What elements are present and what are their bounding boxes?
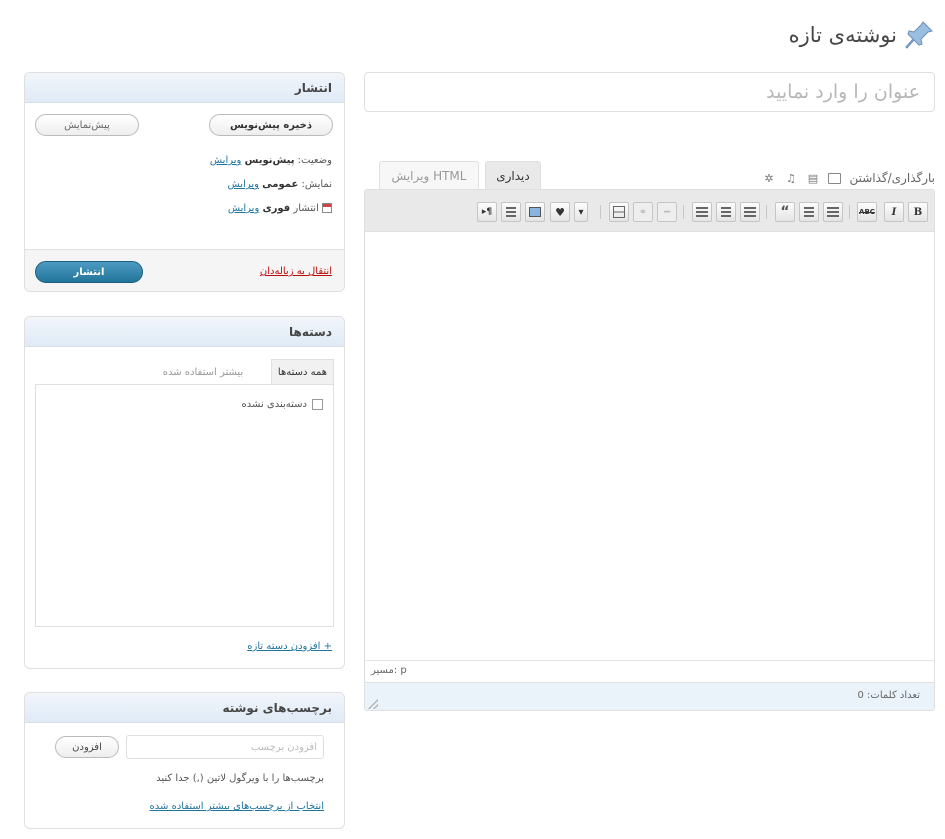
italic-button[interactable]: I xyxy=(884,202,904,222)
align-right-button[interactable] xyxy=(692,202,712,222)
choose-popular-tags-link[interactable]: انتخاب از برچسب‌های بیشتر استفاده شده xyxy=(150,801,324,812)
status-value: پیش‌نویس xyxy=(244,155,295,166)
tag-hint: برچسب‌ها را با ویرگول لاتین (,) جدا کنید xyxy=(156,773,324,784)
kitchen-sink-button[interactable] xyxy=(501,202,521,222)
editor-resize-handle[interactable] xyxy=(368,699,378,709)
spellcheck-toggle-button[interactable]: ▾ xyxy=(574,202,588,222)
tag-input[interactable] xyxy=(127,736,323,758)
link-button[interactable]: ⚭ xyxy=(633,202,653,222)
category-list: دسته‌بندی نشده xyxy=(35,384,334,627)
spellcheck-icon: ♥ xyxy=(555,205,565,219)
editor-toolbar: B I ABC “ ━ ⚭ ▾ ♥ ▸¶ xyxy=(365,190,934,232)
page-header: نوشته‌ی تازه xyxy=(789,18,937,52)
fullscreen-button[interactable] xyxy=(525,202,545,222)
unlink-icon: ━ xyxy=(663,206,671,218)
unlink-button[interactable]: ━ xyxy=(657,202,677,222)
status-label: وضعیت: xyxy=(297,155,332,166)
bold-icon: B xyxy=(913,206,923,218)
align-center-icon xyxy=(721,207,731,217)
status-edit-link[interactable]: ویرایش xyxy=(210,155,241,166)
add-tag-button[interactable]: افزودن xyxy=(55,736,119,758)
bullet-list-button[interactable] xyxy=(823,202,843,222)
add-media-icon[interactable]: ✲ xyxy=(761,172,776,185)
numbered-list-icon xyxy=(804,207,814,217)
bold-button[interactable]: B xyxy=(908,202,928,222)
align-left-button[interactable] xyxy=(740,202,760,222)
editor-path: مسیر: p xyxy=(365,660,934,682)
strikethrough-icon: ABC xyxy=(859,208,875,216)
schedule-edit-link[interactable]: ویرایش xyxy=(228,203,259,214)
word-count-bar: تعداد کلمات: 0 xyxy=(365,682,934,710)
strikethrough-button[interactable]: ABC xyxy=(857,202,877,222)
post-status-row: وضعیت: پیش‌نویس ویرایش xyxy=(210,155,332,166)
schedule-row: انتشار فوری ویرایش xyxy=(228,203,332,214)
preview-button[interactable]: پیش‌نمایش xyxy=(35,114,139,136)
post-editor: B I ABC “ ━ ⚭ ▾ ♥ ▸¶ مسیر: p تعداد کلمات… xyxy=(364,189,935,711)
move-to-trash-link[interactable]: انتقال به زباله‌دان xyxy=(260,266,332,277)
align-right-icon xyxy=(696,207,708,217)
add-audio-icon[interactable]: ♫ xyxy=(783,172,798,185)
post-title-field[interactable] xyxy=(364,72,935,112)
editor-content-area[interactable] xyxy=(365,232,934,660)
categories-box-title[interactable]: دسته‌ها xyxy=(25,317,344,347)
bullet-list-icon xyxy=(827,207,839,217)
visibility-edit-link[interactable]: ویرایش xyxy=(228,179,259,190)
italic-icon: I xyxy=(891,206,897,218)
blockquote-button[interactable]: “ xyxy=(775,202,795,222)
publish-button[interactable]: انتشار xyxy=(35,261,143,283)
insert-more-button[interactable] xyxy=(609,202,629,222)
publish-box-title[interactable]: انتشار xyxy=(25,73,344,103)
add-video-icon[interactable]: ▤ xyxy=(805,172,820,185)
spellcheck-button[interactable]: ♥ xyxy=(550,202,570,222)
tab-html[interactable]: ویرایش HTML xyxy=(379,161,479,189)
add-image-icon[interactable] xyxy=(827,172,842,185)
tag-field[interactable] xyxy=(126,735,324,759)
direction-rtl-button[interactable]: ▸¶ xyxy=(477,202,497,222)
category-checkbox[interactable] xyxy=(312,399,323,410)
numbered-list-button[interactable] xyxy=(799,202,819,222)
tags-box: برچسب‌های نوشته افزودن برچسب‌ها را با وی… xyxy=(24,692,345,829)
add-new-category-link[interactable]: + افزودن دسته تازه xyxy=(247,641,332,652)
save-draft-button[interactable]: ذخیره پیش‌نویس xyxy=(209,114,333,136)
categories-box: دسته‌ها همه دسته‌ها بیشتر استفاده شده دس… xyxy=(24,316,345,669)
text-direction-icon: ▸¶ xyxy=(481,207,493,217)
pushpin-icon xyxy=(905,21,933,49)
tags-box-title[interactable]: برچسب‌های نوشته xyxy=(25,693,344,723)
category-item[interactable]: دسته‌بندی نشده xyxy=(242,399,323,410)
align-center-button[interactable] xyxy=(716,202,736,222)
schedule-label: انتشار xyxy=(293,203,319,214)
post-title-input[interactable] xyxy=(365,73,934,111)
upload-label: بارگذاری/گذاشتن xyxy=(849,171,935,185)
calendar-icon xyxy=(322,203,332,213)
page-title: نوشته‌ی تازه xyxy=(788,23,897,47)
dropdown-arrow-icon: ▾ xyxy=(578,206,584,218)
visibility-value: عمومی xyxy=(262,179,299,190)
kitchen-sink-icon xyxy=(506,207,516,217)
tab-all-categories[interactable]: همه دسته‌ها xyxy=(271,359,334,385)
visibility-row: نمایش: عمومی ویرایش xyxy=(228,179,332,190)
blockquote-icon: “ xyxy=(780,204,790,220)
link-icon: ⚭ xyxy=(638,206,648,218)
insert-more-icon xyxy=(613,206,625,218)
align-left-icon xyxy=(744,207,756,217)
category-label: دسته‌بندی نشده xyxy=(241,399,307,410)
publish-box: انتشار ذخیره پیش‌نویس پیش‌نمایش وضعیت: پ… xyxy=(24,72,345,292)
media-buttons: بارگذاری/گذاشتن ▤ ♫ ✲ xyxy=(761,166,935,190)
fullscreen-icon xyxy=(529,207,541,217)
schedule-value: فوری xyxy=(262,203,291,214)
visibility-label: نمایش: xyxy=(301,179,332,190)
publish-actions: انتقال به زباله‌دان انتشار xyxy=(25,249,344,291)
tab-visual[interactable]: دیداری xyxy=(485,161,541,189)
tab-most-used-categories[interactable]: بیشتر استفاده شده xyxy=(138,359,268,385)
word-count: تعداد کلمات: 0 xyxy=(857,690,920,701)
